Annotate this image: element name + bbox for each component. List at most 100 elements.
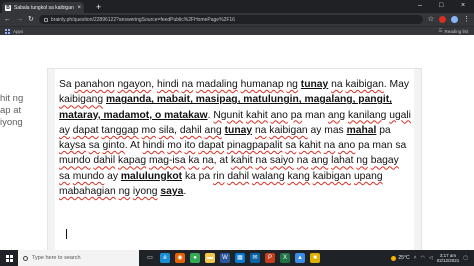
star-icon[interactable]: ☆ bbox=[428, 16, 434, 24]
misspelled-word: ano bbox=[338, 140, 356, 152]
misspelled-word: bagay bbox=[370, 155, 399, 167]
text-run: ay bbox=[104, 170, 121, 182]
chevron-up-icon[interactable]: ˄ bbox=[414, 255, 417, 261]
misspelled-word: na bbox=[323, 140, 336, 152]
text-editor[interactable]: Sa panahon ngayon, hindi na madaling hum… bbox=[55, 69, 414, 265]
misspelled-word: ito bbox=[184, 140, 196, 152]
powerpoint-icon[interactable]: P bbox=[265, 253, 275, 263]
reading-list-icon: ☰ bbox=[438, 28, 443, 33]
apps-bookmark[interactable]: Apps bbox=[13, 29, 23, 34]
text-run: ka pa bbox=[182, 170, 213, 182]
address-bar[interactable]: brainly.ph/question/22896122?answeringSo… bbox=[38, 15, 423, 24]
misspelled-word: rin bbox=[213, 170, 225, 182]
misspelled-word: saiyo bbox=[269, 155, 294, 167]
bold-word: tunay bbox=[300, 79, 329, 90]
misspelled-word: na bbox=[255, 155, 267, 167]
edge-icon[interactable]: e bbox=[160, 253, 170, 263]
misspelled-word: hindi bbox=[142, 140, 165, 152]
word-icon[interactable]: W bbox=[220, 253, 230, 263]
text-run: . May bbox=[383, 79, 410, 90]
misspelled-word: mabahagian bbox=[59, 186, 116, 198]
clock[interactable]: 3:17 am 02/12/2021 bbox=[437, 253, 460, 264]
clock-date: 02/12/2021 bbox=[436, 258, 460, 263]
misspelled-word: dapat bbox=[198, 140, 225, 152]
misspelled-word: kaibigan bbox=[345, 79, 384, 90]
sun-icon bbox=[391, 255, 397, 261]
misspelled-word: ano bbox=[270, 109, 288, 121]
misspelled-word: lahat bbox=[331, 155, 354, 167]
firefox-icon[interactable]: ◉ bbox=[175, 253, 185, 263]
minimize-button[interactable]: – bbox=[418, 1, 422, 11]
background-page-text: hit ng ap at iyong bbox=[0, 93, 34, 129]
bookmarks-bar: Apps ☰ Reading list bbox=[0, 26, 474, 35]
search-placeholder: Type here to search bbox=[32, 255, 81, 261]
pinned-apps: ▭ e ◉ ● ▬ W ▦ ✉ P X ▲ ■ bbox=[139, 253, 320, 263]
reading-list-button[interactable]: ☰ Reading list bbox=[438, 28, 468, 34]
apps-grid-icon[interactable] bbox=[5, 28, 10, 34]
background-line: ap at bbox=[0, 105, 22, 116]
browser-navbar: ← → ↻ brainly.ph/question/22896122?answe… bbox=[0, 13, 474, 26]
misspelled-word: kahit bbox=[245, 109, 268, 121]
chrome-icon[interactable]: ● bbox=[190, 253, 200, 263]
excel-icon[interactable]: X bbox=[280, 253, 290, 263]
reload-icon[interactable]: ↻ bbox=[28, 16, 34, 24]
background-line: iyong bbox=[0, 117, 23, 128]
system-tray: 25°C ˄ ◠ ◁ 3:17 am 02/12/2021 ▢ bbox=[391, 250, 474, 266]
tab-title: Sabala tungkol sa kaibigan:Ganoo bbox=[14, 4, 74, 11]
text-run: Sa bbox=[59, 79, 75, 90]
text-run: . At bbox=[124, 140, 143, 152]
windows-taskbar: Type here to search ▭ e ◉ ● ▬ W ▦ ✉ P X ▲ ■ 25°C ˄ … bbox=[0, 250, 474, 266]
explorer-icon[interactable]: ▬ bbox=[205, 253, 215, 263]
menu-kebab-icon[interactable]: ⋮ bbox=[463, 16, 470, 24]
misspelled-word: sa bbox=[59, 170, 70, 182]
misspelled-word: kaibigang bbox=[59, 94, 104, 106]
reading-list-label: Reading list bbox=[444, 28, 468, 34]
maximize-button[interactable]: □ bbox=[439, 1, 443, 11]
profile-avatar-icon[interactable] bbox=[451, 16, 458, 23]
misspelled-word: ay bbox=[59, 124, 70, 136]
task-view-icon[interactable]: ▭ bbox=[145, 253, 155, 263]
misspelled-word: ang bbox=[204, 124, 222, 136]
misspelled-word: tanggap bbox=[101, 124, 139, 136]
background-line: hit ng bbox=[0, 93, 24, 104]
text-run: . bbox=[183, 186, 187, 198]
start-button[interactable] bbox=[0, 250, 18, 266]
back-arrow-icon[interactable]: ← bbox=[4, 16, 11, 24]
photos-icon[interactable]: ▲ bbox=[295, 253, 305, 263]
forward-arrow-icon[interactable]: → bbox=[16, 16, 23, 24]
misspelled-word: mundo bbox=[59, 155, 91, 167]
weather-widget[interactable]: 25°C bbox=[391, 255, 410, 261]
misspelled-word: kahit bbox=[299, 140, 321, 152]
misspelled-word: Ngunit bbox=[213, 109, 244, 121]
url-text: brainly.ph/question/22896122?answeringSo… bbox=[50, 16, 235, 23]
bold-word: tunay bbox=[224, 124, 253, 136]
new-tab-button[interactable]: + bbox=[96, 2, 101, 12]
tab-close-icon[interactable]: × bbox=[77, 5, 81, 11]
store-icon[interactable]: ▦ bbox=[235, 253, 245, 263]
extension-icon[interactable] bbox=[439, 16, 446, 23]
bold-word: malulungkot bbox=[120, 170, 183, 182]
lock-icon bbox=[43, 17, 48, 22]
misspelled-word: hindi bbox=[156, 79, 179, 90]
volume-icon[interactable]: ◁ bbox=[429, 255, 433, 261]
misspelled-word: walang bbox=[251, 170, 285, 182]
browser-tab[interactable]: B Sabala tungkol sa kaibigan:Ganoo × bbox=[2, 2, 84, 13]
misspelled-word: sa bbox=[285, 140, 297, 152]
taskbar-search[interactable]: Type here to search bbox=[18, 250, 139, 266]
text-cursor bbox=[66, 229, 67, 239]
notifications-icon[interactable]: ▢ bbox=[463, 255, 468, 261]
network-icon[interactable]: ◠ bbox=[421, 255, 425, 261]
essay-text[interactable]: Sa panahon ngayon, hindi na madaling hum… bbox=[59, 77, 412, 199]
misspelled-word: ng bbox=[118, 186, 131, 198]
brainly-favicon-icon: B bbox=[5, 4, 11, 11]
misspelled-word: kaibigan bbox=[312, 170, 352, 182]
misspelled-word: humanap bbox=[240, 79, 284, 90]
text-run: man bbox=[302, 109, 328, 121]
misspelled-word: ang bbox=[311, 155, 329, 167]
close-window-button[interactable]: × bbox=[461, 1, 465, 11]
mail-icon[interactable]: ✉ bbox=[250, 253, 260, 263]
misspelled-word: ginto bbox=[102, 140, 125, 152]
misspelled-word: kang bbox=[287, 170, 310, 182]
app-yellow-icon[interactable]: ■ bbox=[310, 253, 320, 263]
text-run: pa man sa bbox=[355, 140, 407, 152]
